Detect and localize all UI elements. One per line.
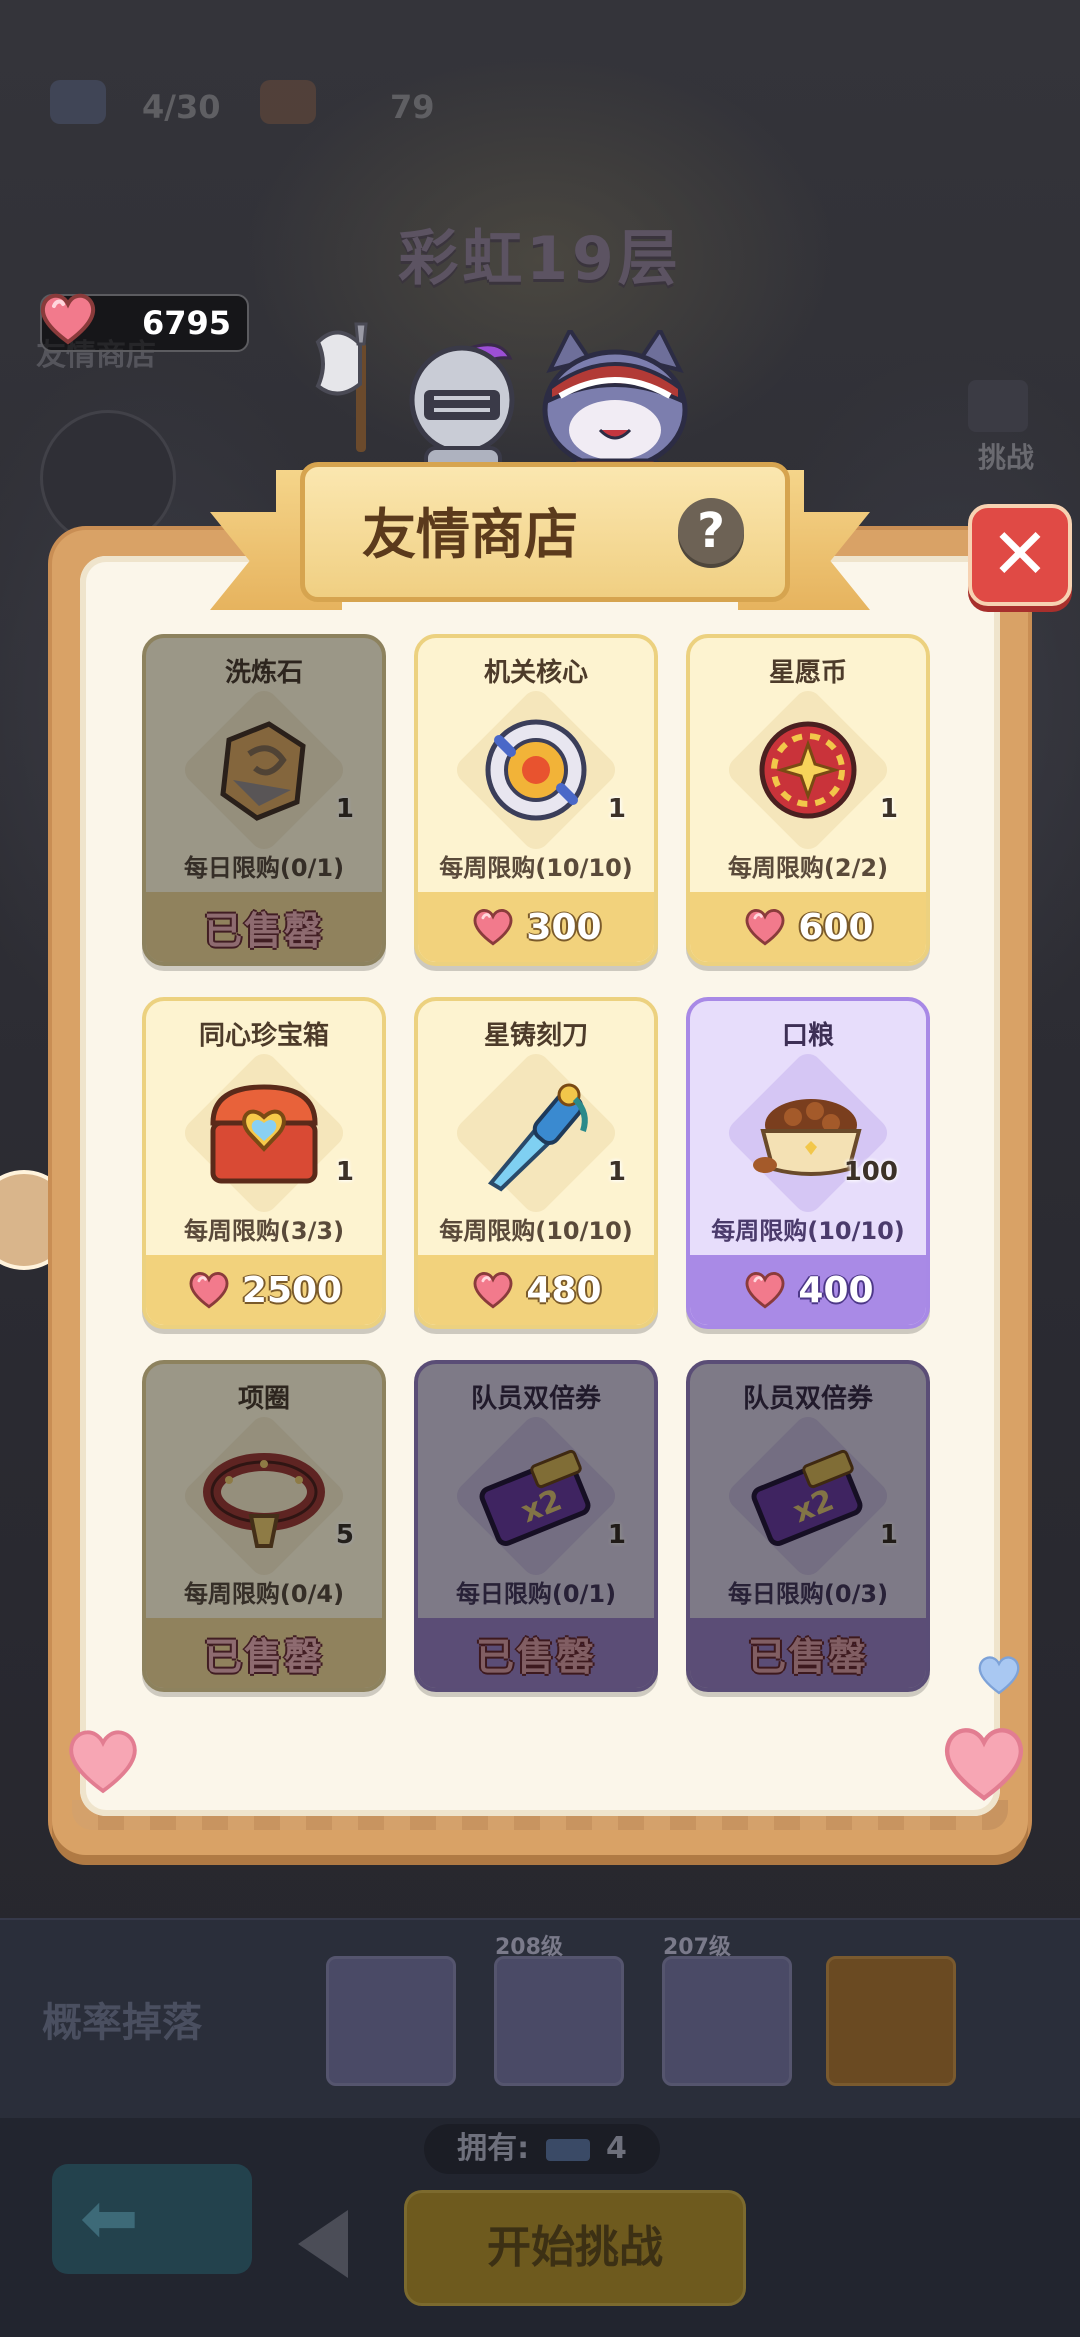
item-quantity: 100 xyxy=(843,1157,898,1187)
back-button[interactable]: ⬅ xyxy=(52,2164,252,2274)
heart-decoration-icon xyxy=(69,1730,137,1794)
item-quantity: 5 xyxy=(335,1520,354,1550)
item-price: 480 xyxy=(526,1269,602,1311)
buy-button[interactable]: 2500 xyxy=(146,1255,382,1325)
item-name: 队员双倍券 xyxy=(742,1384,873,1414)
purchase-limit: 每周限购(10/10) xyxy=(439,1217,633,1245)
item-quantity: 1 xyxy=(879,794,898,824)
item-price: 300 xyxy=(526,906,602,948)
item-name: 口粮 xyxy=(781,1021,834,1051)
purchase-limit: 每周限购(0/4) xyxy=(183,1580,345,1608)
sold-out-label: 已售罄 xyxy=(203,1634,324,1679)
buy-button[interactable]: 400 xyxy=(690,1255,926,1325)
purchase-limit: 每周限购(10/10) xyxy=(711,1217,905,1245)
mechanism-core-icon xyxy=(471,710,601,830)
item-quantity: 1 xyxy=(607,794,626,824)
item-name: 队员双倍券 xyxy=(470,1384,601,1414)
shop-item-card[interactable]: 星铸刻刀 1 每周限购(10/10) 480 xyxy=(414,997,658,1329)
drop-item-chest xyxy=(326,1956,456,2086)
double-ticket-icon: x2 xyxy=(743,1436,873,1556)
shop-item-card[interactable]: 星愿币 1 每周限购(2/2) 600 xyxy=(686,634,930,966)
shop-item-card[interactable]: 机关核心 1 每周限购(10/10) 300 xyxy=(414,634,658,966)
sold-out-bar: 已售罄 xyxy=(146,892,382,962)
buy-button[interactable]: 600 xyxy=(690,892,926,962)
start-challenge-button[interactable]: 开始挑战 xyxy=(404,2190,746,2306)
challenge-icon xyxy=(968,380,1028,432)
ticket-count: 4/30 xyxy=(142,88,221,126)
shop-item-card[interactable]: 口粮 100 每周限购(10/10) 400 xyxy=(686,997,930,1329)
ticket-icon xyxy=(545,2138,590,2161)
purchase-limit: 每周限购(2/2) xyxy=(727,854,889,882)
shop-item-card[interactable]: 洗炼石 1 每日限购(0/1) 已售罄 xyxy=(142,634,386,966)
item-name: 同心珍宝箱 xyxy=(198,1021,329,1051)
item-quantity: 1 xyxy=(335,794,354,824)
meat-icon xyxy=(260,80,316,124)
heart-icon xyxy=(742,1266,788,1314)
sold-out-bar: 已售罄 xyxy=(146,1618,382,1688)
collar-icon xyxy=(199,1436,329,1556)
carving-knife-icon xyxy=(471,1073,601,1193)
ticket-shortcut-button xyxy=(40,410,176,546)
shop-title: 友情商店 xyxy=(362,503,578,566)
double-ticket-icon: x2 xyxy=(471,1436,601,1556)
item-name: 星铸刻刀 xyxy=(483,1021,588,1051)
friendship-points-counter: 6795 xyxy=(40,293,249,352)
back-arrow-icon: ⬅ xyxy=(80,2177,139,2259)
owned-count: 4 xyxy=(606,2131,627,2166)
owned-label: 拥有: xyxy=(457,2131,530,2166)
sold-out-label: 已售罄 xyxy=(203,908,324,953)
owned-tickets-pill: 拥有: 4 xyxy=(424,2124,660,2174)
treasure-chest-icon xyxy=(199,1073,329,1193)
shop-item-card[interactable]: 队员双倍券 x2 1 每日限购(0/3) 已售罄 xyxy=(686,1360,930,1692)
drop-item-armor: 208级 xyxy=(494,1935,624,2086)
axe-icon xyxy=(315,322,368,452)
drop-preview-strip: 概率掉落 208级 207级 xyxy=(0,1918,1080,2120)
sold-out-bar: 已售罄 xyxy=(418,1618,654,1688)
item-price: 2500 xyxy=(241,1269,343,1311)
close-button[interactable]: ✕ xyxy=(968,504,1072,606)
previous-arrow-icon[interactable] xyxy=(298,2210,348,2278)
buy-button[interactable]: 300 xyxy=(418,892,654,962)
item-price: 600 xyxy=(798,906,874,948)
meat-count: 79 xyxy=(390,88,435,126)
refine-stone-icon xyxy=(199,710,329,830)
heart-icon xyxy=(742,903,788,951)
item-name: 项圈 xyxy=(237,1384,290,1414)
purchase-limit: 每日限购(0/3) xyxy=(727,1580,889,1608)
drop-item-gold-chest xyxy=(826,1956,956,2086)
buy-button[interactable]: 480 xyxy=(418,1255,654,1325)
shop-item-card[interactable]: 队员双倍券 x2 1 每日限购(0/1) 已售罄 xyxy=(414,1360,658,1692)
sold-out-bar: 已售罄 xyxy=(690,1618,926,1688)
shop-item-card[interactable]: 同心珍宝箱 1 每周限购(3/3) 2500 xyxy=(142,997,386,1329)
item-quantity: 1 xyxy=(607,1157,626,1187)
sold-out-label: 已售罄 xyxy=(475,1634,596,1679)
item-quantity: 1 xyxy=(607,1520,626,1550)
wish-coin-icon xyxy=(743,710,873,830)
drop-item-armor: 207级 xyxy=(662,1935,792,2086)
shop-item-card[interactable]: 项圈 5 每周限购(0/4) 已售罄 xyxy=(142,1360,386,1692)
purchase-limit: 每周限购(3/3) xyxy=(183,1217,345,1245)
drop-label: 概率掉落 xyxy=(42,2000,202,2046)
heart-icon xyxy=(186,1266,232,1314)
purchase-limit: 每日限购(0/1) xyxy=(183,854,345,882)
item-quantity: 1 xyxy=(879,1520,898,1550)
purchase-limit: 每日限购(0/1) xyxy=(455,1580,617,1608)
heart-icon xyxy=(40,293,96,345)
item-price: 400 xyxy=(798,1269,874,1311)
item-name: 机关核心 xyxy=(483,658,588,688)
heart-icon xyxy=(470,903,516,951)
item-quantity: 1 xyxy=(335,1157,354,1187)
purchase-limit: 每周限购(10/10) xyxy=(439,854,633,882)
friendship-points-value: 6795 xyxy=(141,304,231,342)
blue-heart-decoration-icon xyxy=(978,1656,1020,1695)
ticket-icon xyxy=(50,80,106,124)
item-name: 星愿币 xyxy=(768,658,847,688)
heart-decoration-icon xyxy=(944,1728,1024,1801)
help-button[interactable]: ? xyxy=(678,498,744,564)
sold-out-label: 已售罄 xyxy=(747,1634,868,1679)
floor-title: 彩虹19层 xyxy=(398,224,682,294)
challenge-label: 挑战 xyxy=(977,441,1034,474)
item-name: 洗炼石 xyxy=(224,658,303,688)
heart-icon xyxy=(470,1266,516,1314)
